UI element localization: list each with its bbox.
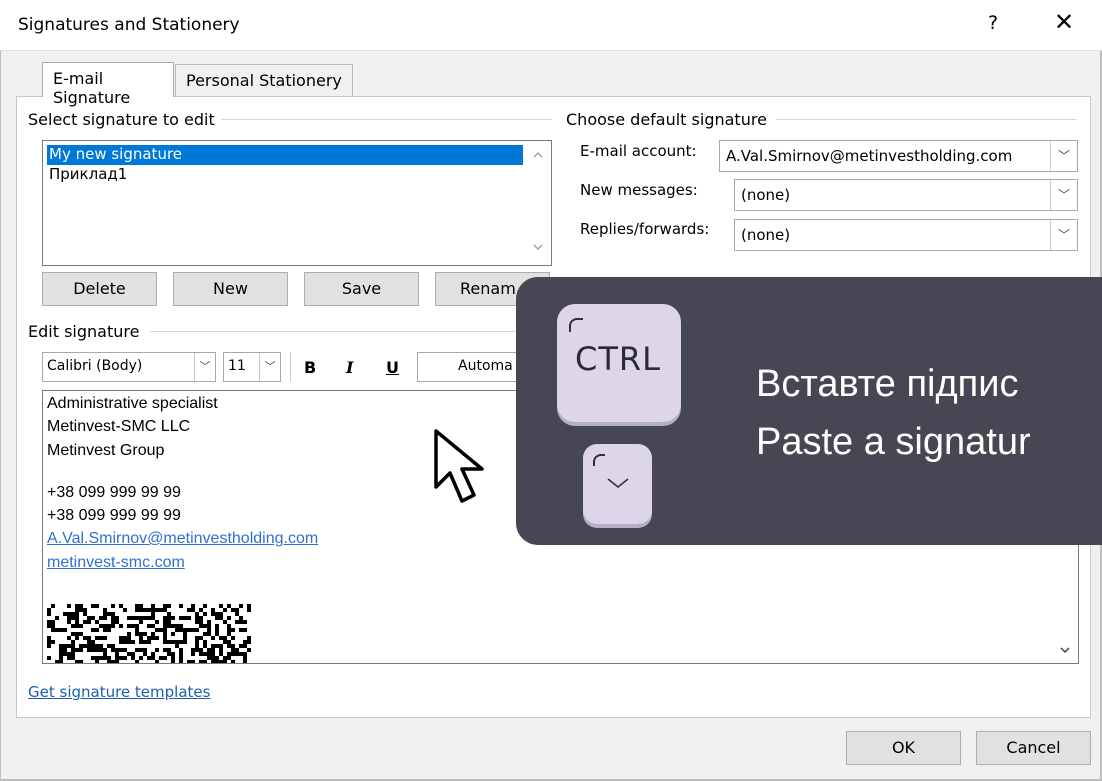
bold-button[interactable]: B [304, 358, 316, 377]
overlay-text-ukrainian: Вставте підпис [756, 363, 1019, 405]
default-signature-label: Choose default signature [566, 110, 773, 129]
signature-line: Administrative specialist [47, 395, 218, 412]
group-divider [216, 119, 552, 120]
group-divider [776, 119, 1076, 120]
window-title: Signatures and Stationery [18, 15, 240, 35]
edit-signature-label: Edit signature [28, 322, 146, 341]
chevron-down-icon: ﹀ [1050, 220, 1077, 250]
tab-personal-stationery[interactable]: Personal Stationery [175, 64, 353, 97]
replies-forwards-select[interactable]: (none) ﹀ [734, 219, 1078, 251]
delete-button[interactable]: Delete [42, 272, 157, 306]
scroll-down-icon[interactable] [532, 240, 544, 254]
signature-phone: +38 099 999 99 99 [47, 507, 181, 524]
chevron-down-icon: ﹀ [194, 353, 215, 381]
ok-button[interactable]: OK [846, 731, 961, 765]
tab-email-signature[interactable]: E-mail Signature [42, 62, 174, 107]
key-corner-mark [569, 318, 583, 332]
new-messages-value: (none) [741, 186, 791, 204]
underline-button[interactable]: U [386, 358, 399, 377]
new-button[interactable]: New [173, 272, 288, 306]
replies-forwards-label: Replies/forwards: [580, 220, 710, 238]
italic-button[interactable]: I [346, 358, 353, 377]
ctrl-key: CTRL [557, 304, 681, 422]
instruction-overlay: CTRL Вставте підпис Paste a signatur [516, 277, 1102, 545]
tab-personal-stationery-label: Personal Stationery [186, 71, 342, 90]
font-color-value: Automa [458, 358, 513, 374]
signature-line: Metinvest-SMC LLC [47, 418, 191, 435]
signature-site-link[interactable]: metinvest-smc.com [47, 554, 185, 572]
signature-email-link[interactable]: A.Val.Smirnov@metinvestholding.com [47, 530, 318, 548]
get-signature-templates-link[interactable]: Get signature templates [28, 683, 210, 701]
new-messages-label: New messages: [580, 181, 698, 199]
font-family-select[interactable]: Calibri (Body) ﹀ [42, 352, 216, 382]
signature-line: Metinvest Group [47, 442, 165, 459]
tab-email-signature-label: E-mail Signature [53, 69, 131, 107]
window-border-left [0, 0, 1, 781]
ctrl-key-label: CTRL [575, 340, 661, 378]
title-bar: Signatures and Stationery ? ✕ [0, 0, 1102, 51]
help-button[interactable]: ? [988, 12, 998, 34]
overlay-text-english: Paste a signatur [756, 421, 1031, 463]
select-signature-label: Select signature to edit [28, 110, 221, 129]
email-account-value: A.Val.Smirnov@metinvestholding.com [726, 147, 1013, 165]
group-divider [150, 331, 550, 332]
signature-listbox[interactable]: My new signature Приклад1 [42, 140, 552, 266]
new-messages-select[interactable]: (none) ﹀ [734, 179, 1078, 211]
font-family-value: Calibri (Body) [47, 358, 143, 374]
chevron-down-icon [607, 478, 629, 489]
save-button[interactable]: Save [304, 272, 419, 306]
cancel-button[interactable]: Cancel [976, 731, 1091, 765]
email-account-select[interactable]: A.Val.Smirnov@metinvestholding.com ﹀ [719, 140, 1078, 172]
chevron-down-icon: ﹀ [259, 353, 280, 381]
scroll-up-icon[interactable] [532, 148, 544, 162]
toolbar-separator [290, 352, 291, 382]
key-corner-mark [593, 454, 605, 466]
email-account-label: E-mail account: [580, 142, 697, 160]
editor-scroll-down-icon[interactable] [1058, 643, 1072, 657]
signature-list-item-selected[interactable]: My new signature [47, 145, 523, 165]
font-size-value: 11 [228, 358, 246, 374]
replies-forwards-value: (none) [741, 226, 791, 244]
v-key [583, 444, 652, 524]
mouse-cursor-icon [434, 429, 484, 503]
signature-list-item[interactable]: Приклад1 [47, 165, 523, 185]
close-button[interactable]: ✕ [1054, 8, 1074, 36]
qr-code-image [47, 604, 251, 663]
chevron-down-icon: ﹀ [1050, 180, 1077, 210]
chevron-down-icon: ﹀ [1050, 141, 1077, 171]
font-size-select[interactable]: 11 ﹀ [223, 352, 281, 382]
signature-phone: +38 099 999 99 99 [47, 484, 181, 501]
